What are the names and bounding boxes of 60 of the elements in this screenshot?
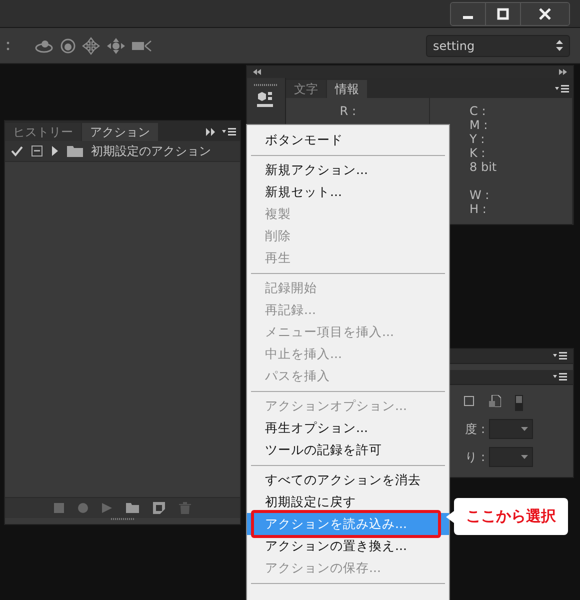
panel-tab[interactable]: 文字 <box>286 80 326 98</box>
panel-tab[interactable]: 情報 <box>327 80 367 98</box>
grip-icon <box>254 84 278 87</box>
size-label: H : <box>470 202 486 216</box>
channel-label: M : <box>470 118 488 132</box>
field-label: 度 : <box>465 420 485 438</box>
channel-label: R : <box>340 104 356 118</box>
menu-item[interactable]: 初期設定に戻す <box>247 491 449 513</box>
channel-label: Y : <box>470 132 485 146</box>
rotate-icon[interactable] <box>60 38 76 54</box>
pan-icon[interactable] <box>82 36 100 54</box>
folder-icon[interactable] <box>126 503 139 513</box>
caret-icon <box>521 455 528 459</box>
dialog-icon[interactable] <box>31 145 43 157</box>
panel-menu-icon[interactable] <box>553 352 567 360</box>
expand-triangle-icon[interactable] <box>51 146 59 156</box>
caret-icon <box>521 427 528 431</box>
close-button[interactable] <box>521 3 569 25</box>
collapse-right-icon[interactable] <box>559 69 567 75</box>
close-icon[interactable] <box>539 8 551 20</box>
menu-item[interactable]: ボタンモード <box>247 129 449 151</box>
updown-icon <box>556 40 563 51</box>
maximize-icon[interactable] <box>497 8 509 20</box>
slide-icon[interactable] <box>106 36 126 54</box>
preset-dropdown[interactable]: setting <box>426 34 570 56</box>
callout-pointer-icon <box>446 510 454 522</box>
panel-tab[interactable]: ヒストリー <box>5 123 81 141</box>
grip-icon[interactable] <box>110 518 134 522</box>
collapse-icon[interactable] <box>206 128 216 136</box>
menu-item[interactable]: 新規アクション... <box>247 159 449 181</box>
channel-label: K : <box>470 146 486 160</box>
orbit-icon[interactable] <box>34 38 54 54</box>
menu-item[interactable]: アクションの置き換え... <box>247 535 449 557</box>
menu-item[interactable]: すべてのアクションを消去 <box>247 469 449 491</box>
menu-item[interactable]: 再生オプション... <box>247 417 449 439</box>
callout-label: ここから選択 <box>454 498 568 535</box>
collapse-left-icon[interactable] <box>253 69 261 75</box>
panel-menu-icon[interactable] <box>555 85 569 93</box>
toggle-icon[interactable] <box>515 395 523 411</box>
minimize-button[interactable] <box>451 3 486 25</box>
dots-icon[interactable] <box>6 40 10 50</box>
check-icon[interactable] <box>11 145 23 157</box>
panel-menu-icon[interactable] <box>222 128 236 136</box>
new-item-icon[interactable] <box>153 502 165 514</box>
field-label: り : <box>465 448 485 466</box>
maximize-button[interactable] <box>486 3 521 25</box>
menu-item[interactable]: アクションを読み込み... <box>247 513 449 535</box>
folder-icon <box>67 145 83 157</box>
menu-item[interactable]: 新規セット... <box>247 181 449 203</box>
panel-tab[interactable]: アクション <box>82 123 158 141</box>
channel-label: C : <box>470 104 486 118</box>
size-label: W : <box>470 188 490 202</box>
bounding-box-icon[interactable] <box>463 395 475 407</box>
video-camera-icon[interactable] <box>132 40 152 52</box>
dropdown-field[interactable] <box>489 419 533 439</box>
menu-item[interactable]: ツールの記録を許可 <box>247 439 449 461</box>
document-icon[interactable] <box>489 395 501 407</box>
panel-menu-icon[interactable] <box>553 373 567 381</box>
bit-depth: 8 bit <box>470 160 497 174</box>
dropdown-field[interactable] <box>489 447 533 467</box>
